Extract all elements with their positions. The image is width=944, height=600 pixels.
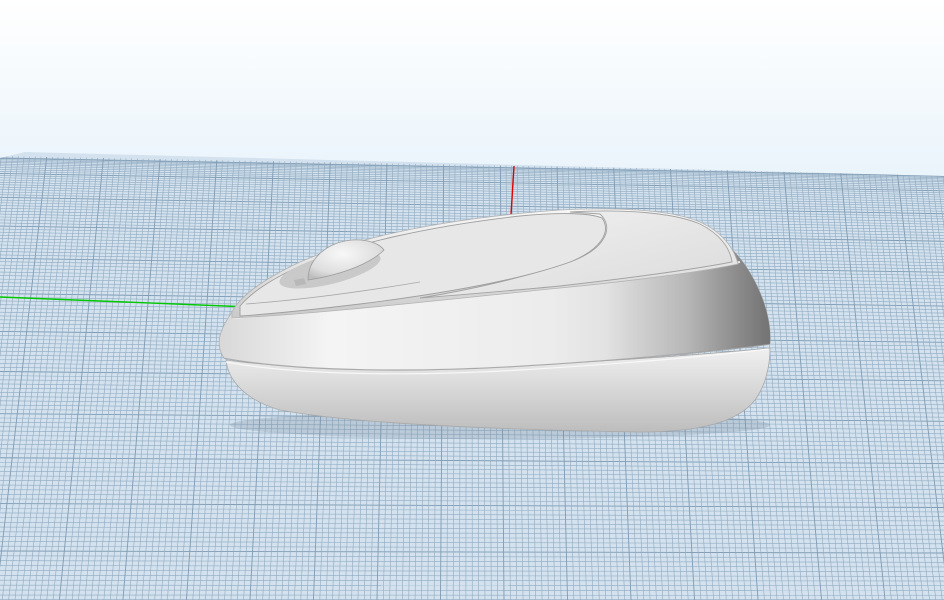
3d-viewport[interactable] bbox=[0, 0, 944, 600]
scene-canvas[interactable] bbox=[0, 0, 944, 600]
